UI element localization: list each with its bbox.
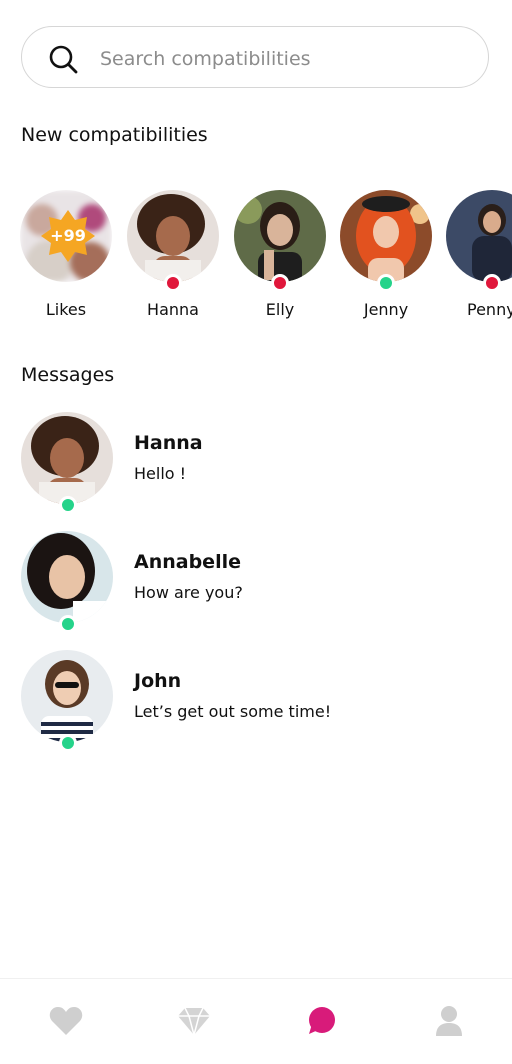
message-preview: Let’s get out some time! <box>134 702 332 721</box>
avatar <box>340 190 432 282</box>
compat-item-penny[interactable]: Penny <box>437 190 512 330</box>
status-dot <box>59 615 77 633</box>
status-dot <box>59 496 77 514</box>
compatibilities-row: +99 Likes Hanna Elly Jenny Penny <box>0 190 512 330</box>
bottom-nav <box>0 978 512 1064</box>
new-compatibilities-title: New compatibilities <box>21 124 208 146</box>
chat-bubble-icon <box>309 1007 335 1034</box>
nav-premium[interactable] <box>172 999 216 1043</box>
status-dot <box>377 274 395 292</box>
avatar <box>21 650 113 742</box>
avatar <box>234 190 326 282</box>
compat-name: Penny <box>467 300 512 319</box>
messages-title: Messages <box>21 364 115 386</box>
message-row[interactable]: Hanna Hello ! <box>0 412 512 522</box>
status-dot <box>271 274 289 292</box>
compat-name: Jenny <box>363 300 409 319</box>
compat-item-elly[interactable]: Elly <box>225 190 335 330</box>
message-preview: Hello ! <box>134 464 187 483</box>
compat-name: Likes <box>45 300 87 319</box>
compat-name: Hanna <box>147 300 199 319</box>
avatar <box>127 190 219 282</box>
avatar <box>21 412 113 504</box>
message-row[interactable]: John Let’s get out some time! <box>0 650 512 760</box>
search-icon <box>49 45 78 74</box>
nav-profile[interactable] <box>427 999 471 1043</box>
message-row[interactable]: Annabelle How are you? <box>0 531 512 641</box>
diamond-icon <box>178 1007 210 1036</box>
compat-item-jenny[interactable]: Jenny <box>331 190 441 330</box>
compat-name: Elly <box>265 300 295 319</box>
search-input[interactable] <box>98 43 472 75</box>
nav-likes[interactable] <box>44 999 88 1043</box>
message-sender: Hanna <box>134 432 203 454</box>
likes-avatar: +99 <box>20 190 112 282</box>
message-preview: How are you? <box>134 583 243 602</box>
heart-icon <box>49 1007 83 1035</box>
search-bar[interactable] <box>21 26 489 88</box>
message-sender: John <box>134 670 182 692</box>
status-dot <box>59 734 77 752</box>
message-sender: Annabelle <box>134 551 241 573</box>
nav-messages[interactable] <box>299 999 343 1043</box>
likes-count: +99 <box>50 226 86 245</box>
compat-item-hanna[interactable]: Hanna <box>118 190 228 330</box>
avatar <box>21 531 113 623</box>
compat-item-likes[interactable]: +99 Likes <box>11 190 121 330</box>
avatar <box>446 190 512 282</box>
status-dot <box>483 274 501 292</box>
profile-icon <box>436 1006 462 1036</box>
status-dot <box>164 274 182 292</box>
